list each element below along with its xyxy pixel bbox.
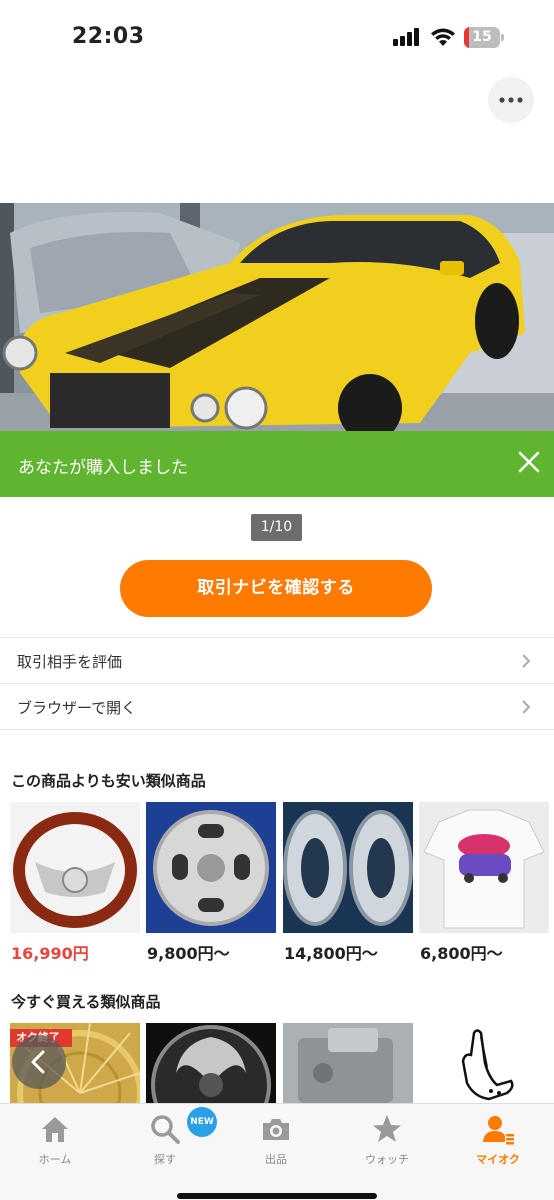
open-browser-row[interactable]: ブラウザーで開く: [0, 683, 554, 729]
tab-sell[interactable]: 出品: [221, 1104, 331, 1174]
item-price: 9,800円〜: [147, 944, 230, 963]
close-icon[interactable]: [512, 445, 546, 479]
available-section-title: 今すぐ買える類似商品: [11, 993, 161, 1011]
more-icon: [499, 97, 523, 103]
available-item-thumbnail[interactable]: [419, 1023, 549, 1103]
purchased-banner: あなたが購入しました: [0, 431, 554, 497]
scroll-back-button[interactable]: [12, 1035, 66, 1089]
similar-item-thumbnail[interactable]: [146, 802, 276, 933]
similar-item-thumbnail[interactable]: [419, 802, 549, 933]
available-item-thumbnail[interactable]: [283, 1023, 413, 1103]
trade-navi-button[interactable]: 取引ナビを確認する: [120, 560, 432, 617]
camera-icon: [263, 1119, 289, 1140]
status-time: 22:03: [72, 24, 145, 49]
available-item-thumbnail[interactable]: [146, 1023, 276, 1103]
divider: [0, 729, 554, 730]
battery-icon: 15: [464, 27, 504, 48]
product-image[interactable]: [0, 203, 554, 435]
home-indicator: [177, 1193, 377, 1199]
item-price: 16,990円: [11, 944, 89, 963]
tab-label: 出品: [265, 1153, 287, 1166]
status-bar: 22:03 15: [0, 0, 554, 78]
home-icon: [42, 1117, 68, 1142]
menu-label: ブラウザーで開く: [17, 699, 137, 717]
user-icon: [483, 1116, 514, 1145]
cheaper-section-title: この商品よりも安い類似商品: [11, 772, 206, 790]
bottom-tab-bar: ホーム 探す 出品 ウォッチ マイオク: [0, 1103, 554, 1200]
chevron-right-icon: [522, 654, 531, 668]
tab-label: ホーム: [38, 1153, 72, 1166]
tab-label: マイオク: [476, 1153, 520, 1166]
tab-watch[interactable]: ウォッチ: [332, 1104, 442, 1174]
star-icon: [373, 1115, 401, 1142]
wifi-icon: [431, 28, 455, 46]
signal-icon: [393, 28, 423, 46]
chevron-left-icon: [31, 1050, 45, 1074]
new-badge: NEW: [187, 1107, 217, 1137]
rate-seller-row[interactable]: 取引相手を評価: [0, 637, 554, 683]
item-price: 6,800円〜: [420, 944, 503, 963]
menu-label: 取引相手を評価: [17, 653, 123, 671]
tab-label: 探す: [154, 1153, 176, 1166]
search-icon: [151, 1115, 180, 1144]
similar-item-thumbnail[interactable]: [283, 802, 413, 933]
tab-label: ウォッチ: [365, 1153, 409, 1166]
more-options-button[interactable]: [488, 77, 534, 123]
purchased-message: あなたが購入しました: [18, 458, 188, 478]
item-price: 14,800円〜: [284, 944, 378, 963]
similar-item-thumbnail[interactable]: [10, 802, 140, 933]
tab-my-auction[interactable]: マイオク: [443, 1104, 553, 1174]
tab-home[interactable]: ホーム: [0, 1104, 110, 1174]
battery-level: 15: [472, 29, 492, 45]
chevron-right-icon: [522, 700, 531, 714]
image-page-indicator: 1/10: [251, 514, 302, 541]
